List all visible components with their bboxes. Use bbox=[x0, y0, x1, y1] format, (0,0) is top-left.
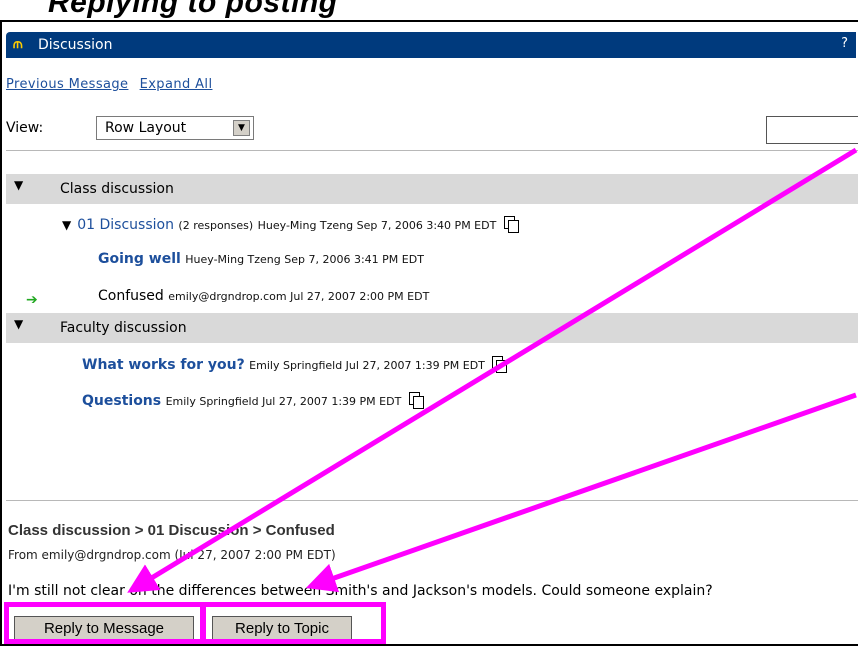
topic-row[interactable]: ▼ 01 Discussion (2 responses) Huey-Ming T… bbox=[62, 216, 519, 233]
group-label: Class discussion bbox=[60, 181, 174, 197]
collapse-triangle-icon[interactable]: ▼ bbox=[14, 317, 23, 331]
window-title: Discussion bbox=[38, 37, 113, 53]
nav-links: Previous Message Expand All bbox=[6, 77, 219, 92]
message-meta: emily@drgndrop.com Jul 27, 2007 2:00 PM … bbox=[168, 290, 430, 303]
message-row[interactable]: Going well Huey-Ming Tzeng Sep 7, 2006 3… bbox=[98, 251, 424, 267]
view-select[interactable]: Row Layout ▼ bbox=[96, 116, 254, 140]
highlight-reply-message bbox=[4, 602, 206, 644]
message-row-selected[interactable]: Confused emily@drgndrop.com Jul 27, 2007… bbox=[98, 288, 429, 304]
message-path: Class discussion > 01 Discussion > Confu… bbox=[8, 522, 335, 539]
topic-meta: Huey-Ming Tzeng Sep 7, 2006 3:40 PM EDT bbox=[257, 219, 497, 232]
copy-icon[interactable] bbox=[503, 216, 519, 233]
message-meta: Huey-Ming Tzeng Sep 7, 2006 3:41 PM EDT bbox=[185, 253, 424, 266]
previous-message-link[interactable]: Previous Message bbox=[6, 77, 128, 92]
group-label: Faculty discussion bbox=[60, 320, 187, 336]
window-title-bar: ⫙ Discussion ? bbox=[6, 32, 856, 58]
message-title-link[interactable]: What works for you? bbox=[82, 357, 245, 373]
view-label: View: bbox=[6, 120, 44, 136]
view-selected-value: Row Layout bbox=[105, 120, 187, 136]
divider bbox=[6, 150, 858, 151]
message-meta: Emily Springfield Jul 27, 2007 1:39 PM E… bbox=[165, 395, 402, 408]
message-title-link[interactable]: Questions bbox=[82, 393, 161, 409]
help-button[interactable]: ? bbox=[841, 36, 848, 51]
discussion-icon: ⫙ bbox=[13, 36, 23, 52]
message-meta: Emily Springfield Jul 27, 2007 1:39 PM E… bbox=[249, 359, 485, 372]
search-input[interactable] bbox=[766, 116, 858, 144]
group-faculty-discussion[interactable]: ▼ Faculty discussion bbox=[6, 313, 858, 343]
message-row[interactable]: Questions Emily Springfield Jul 27, 2007… bbox=[82, 392, 424, 409]
topic-responses: (2 responses) bbox=[178, 219, 254, 232]
message-title[interactable]: Confused bbox=[98, 288, 164, 304]
message-title-link[interactable]: Going well bbox=[98, 251, 181, 267]
expand-all-link[interactable]: Expand All bbox=[140, 77, 213, 92]
copy-icon[interactable] bbox=[492, 356, 508, 373]
highlight-reply-topic bbox=[200, 602, 386, 644]
message-body: I'm still not clear on the differences b… bbox=[8, 583, 713, 599]
collapse-triangle-icon[interactable]: ▼ bbox=[14, 178, 23, 192]
copy-icon[interactable] bbox=[408, 392, 424, 409]
message-from: From emily@drgndrop.com (Jul 27, 2007 2:… bbox=[8, 548, 336, 562]
topic-title-link[interactable]: 01 Discussion bbox=[77, 217, 174, 233]
group-class-discussion[interactable]: ▼ Class discussion bbox=[6, 174, 858, 204]
divider bbox=[6, 500, 858, 501]
message-row[interactable]: What works for you? Emily Springfield Ju… bbox=[82, 356, 508, 373]
current-message-arrow-icon: ➔ bbox=[26, 292, 38, 308]
chevron-down-icon[interactable]: ▼ bbox=[233, 120, 250, 136]
collapse-triangle-icon[interactable]: ▼ bbox=[62, 218, 71, 232]
view-row: View: Row Layout ▼ bbox=[6, 115, 858, 144]
